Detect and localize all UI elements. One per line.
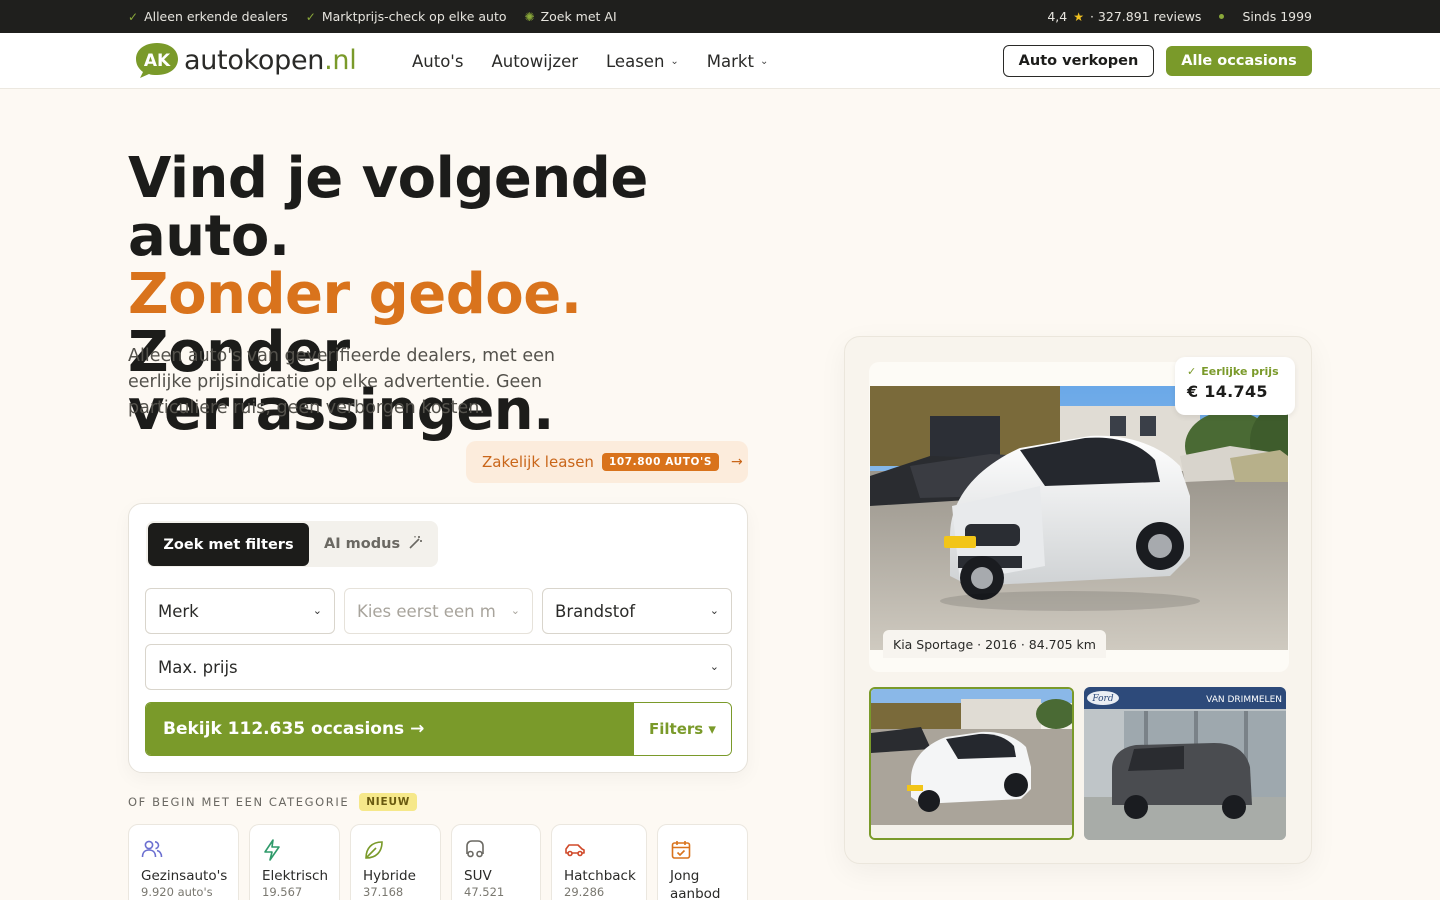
logo-mark-icon: AK <box>134 41 180 79</box>
search-card: Zoek met filters AI modus Merk ⌄ Kies ee… <box>128 503 748 773</box>
car-price: € 14.745 <box>1187 382 1268 401</box>
model-select[interactable]: Kies eerst een m ⌄ <box>344 588 533 634</box>
max-price-select[interactable]: Max. prijs ⌄ <box>145 644 732 690</box>
sparkle-icon: ✺ <box>524 9 535 24</box>
since-text: Sinds 1999 <box>1242 9 1312 24</box>
logo-text: autokopen.nl <box>184 44 357 76</box>
category-hatchback[interactable]: Hatchback 29.286 <box>551 824 647 900</box>
category-heading: OF BEGIN MET EEN CATEGORIE NIEUW <box>128 793 418 811</box>
category-family[interactable]: Gezinsauto's 9.920 auto's <box>128 824 239 900</box>
usp-ai: ✺ Zoek met AI <box>524 9 617 24</box>
top-usp-bar: ✓ Alleen erkende dealers ✓ Marktprijs-ch… <box>0 0 1440 33</box>
chevron-down-icon: ⌄ <box>709 660 719 673</box>
car-caption: Kia Sportage · 2016 · 84.705 km <box>883 630 1106 658</box>
svg-text:AK: AK <box>144 51 171 71</box>
business-lease-link[interactable]: Zakelijk leasen 107.800 AUTO'S → <box>466 441 748 483</box>
search-mode-tabs: Zoek met filters AI modus <box>146 521 438 567</box>
separator-dot <box>1219 14 1225 19</box>
review-count: · 327.891 reviews <box>1089 9 1202 24</box>
svg-text:VAN DRIMMELEN: VAN DRIMMELEN <box>1206 695 1282 705</box>
chevron-down-icon: ⌄ <box>759 55 769 67</box>
new-badge: NIEUW <box>359 793 418 811</box>
rating-value: 4,4 <box>1047 9 1068 24</box>
category-suv[interactable]: SUV 47.521 <box>451 824 541 900</box>
main-nav: AK autokopen.nl Auto's Autowijzer Leasen… <box>0 33 1440 89</box>
lightning-icon <box>262 839 327 863</box>
car-photo[interactable] <box>870 386 1288 650</box>
nav-menu: Auto's Autowijzer Leasen ⌄ Markt ⌄ <box>412 33 768 89</box>
nav-item-markt[interactable]: Markt ⌄ <box>707 52 769 71</box>
search-cta-group: Bekijk 112.635 occasions → Filters ▾ <box>145 702 732 756</box>
brand-select[interactable]: Merk ⌄ <box>145 588 335 634</box>
all-occasions-button[interactable]: Alle occasions <box>1166 46 1312 76</box>
usp-price-check: ✓ Marktprijs-check op elke auto <box>305 9 507 24</box>
tab-filters[interactable]: Zoek met filters <box>148 523 309 566</box>
calendar-icon <box>670 839 735 863</box>
usp-dealers: ✓ Alleen erkende dealers <box>128 9 288 24</box>
people-icon <box>141 839 226 863</box>
chevron-down-icon: ⌄ <box>670 55 679 67</box>
nav-item-autos[interactable]: Auto's <box>412 52 463 71</box>
car-icon <box>564 839 634 863</box>
lease-label: Zakelijk leasen <box>482 453 594 471</box>
fuel-select[interactable]: Brandstof ⌄ <box>542 588 732 634</box>
hero-subtitle: Alleen auto's van geverifieerde dealers,… <box>128 346 555 418</box>
magic-wand-icon <box>408 535 423 554</box>
check-icon: ✓ <box>305 9 316 24</box>
logo[interactable]: AK autokopen.nl <box>134 41 357 79</box>
check-icon: ✓ <box>1187 365 1197 378</box>
suv-icon <box>464 839 528 863</box>
leaf-icon <box>363 839 428 863</box>
thumbnail-ford[interactable]: Ford VAN DRIMMELEN <box>1084 687 1286 840</box>
star-icon: ★ <box>1073 9 1084 24</box>
chevron-down-icon: ⌄ <box>510 604 520 617</box>
nav-item-autowijzer[interactable]: Autowijzer <box>491 52 578 71</box>
filters-button[interactable]: Filters ▾ <box>634 703 731 755</box>
featured-car-card[interactable]: ✓ Eerlijke prijs € 14.745 Kia Sportage ·… <box>844 336 1312 864</box>
hero-title-accent: Zonder gedoe. <box>128 262 582 327</box>
chevron-down-icon: ⌄ <box>312 604 322 617</box>
thumbnail-kia[interactable] <box>869 687 1074 840</box>
sell-car-button[interactable]: Auto verkopen <box>1003 45 1154 77</box>
check-icon: ✓ <box>128 9 139 24</box>
category-hybrid[interactable]: Hybride 37.168 <box>350 824 441 900</box>
nav-item-leasen[interactable]: Leasen ⌄ <box>606 52 679 71</box>
category-young[interactable]: Jong aanbod <box>657 824 748 900</box>
svg-text:Ford: Ford <box>1091 694 1113 704</box>
view-occasions-button[interactable]: Bekijk 112.635 occasions → <box>146 703 634 755</box>
tab-ai-mode[interactable]: AI modus <box>324 521 423 567</box>
fair-price-tag: ✓ Eerlijke prijs € 14.745 <box>1175 357 1295 415</box>
rating-summary[interactable]: 4,4 ★ · 327.891 reviews <box>1047 9 1201 24</box>
category-electric[interactable]: Elektrisch 19.567 <box>249 824 340 900</box>
chevron-down-icon: ⌄ <box>709 604 719 617</box>
lease-count-badge: 107.800 AUTO'S <box>601 453 720 471</box>
arrow-right-icon: → <box>731 454 743 470</box>
